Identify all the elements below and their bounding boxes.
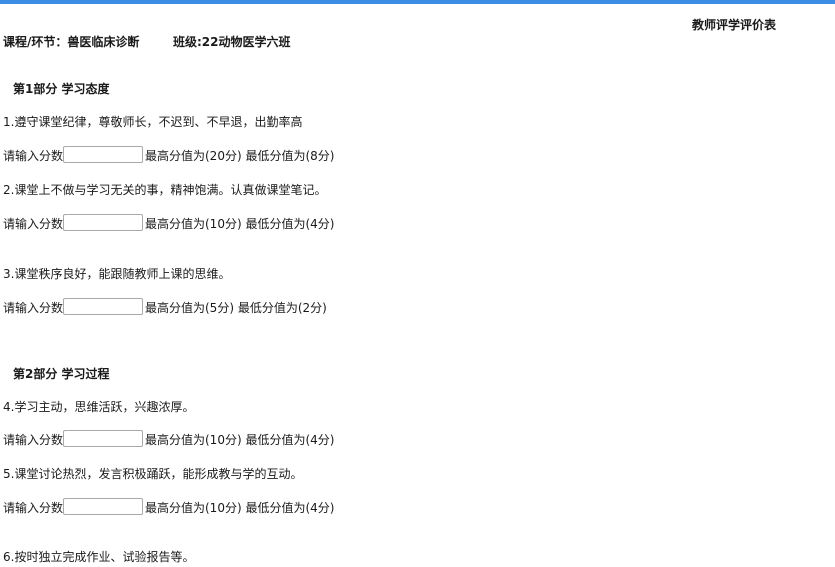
section-heading: 第2部分 学习过程: [13, 367, 110, 381]
question-text: 2.课堂上不做与学习无关的事，精神饱满。认真做课堂笔记。: [3, 183, 327, 197]
score-range: 最高分值为(5分) 最低分值为(2分): [145, 301, 327, 315]
top-accent-bar: [0, 0, 835, 4]
question-text: 3.课堂秩序良好，能跟随教师上课的思维。: [3, 267, 231, 281]
score-input[interactable]: [63, 298, 143, 315]
score-range: 最高分值为(10分) 最低分值为(4分): [145, 217, 335, 231]
page-title: 教师评学评价表: [692, 18, 777, 32]
score-prompt: 请输入分数: [3, 149, 64, 163]
class-label: 班级:22动物医学六班: [173, 35, 291, 49]
score-prompt: 请输入分数: [3, 501, 64, 515]
score-prompt: 请输入分数: [3, 217, 64, 231]
score-input[interactable]: [63, 146, 143, 163]
score-prompt: 请输入分数: [3, 301, 64, 315]
question-text: 6.按时独立完成作业、试验报告等。: [3, 550, 195, 564]
section-heading: 第1部分 学习态度: [13, 82, 110, 96]
score-range: 最高分值为(10分) 最低分值为(4分): [145, 501, 335, 515]
question-text: 5.课堂讨论热烈，发言积极踊跃，能形成教与学的互动。: [3, 467, 303, 481]
score-input[interactable]: [63, 498, 143, 515]
score-prompt: 请输入分数: [3, 433, 64, 447]
score-input[interactable]: [63, 214, 143, 231]
question-text: 1.遵守课堂纪律，尊敬师长，不迟到、不早退，出勤率高: [3, 115, 303, 129]
score-input[interactable]: [63, 430, 143, 447]
course-label: 课程/环节：兽医临床诊断: [3, 35, 140, 49]
score-range: 最高分值为(20分) 最低分值为(8分): [145, 149, 335, 163]
score-range: 最高分值为(10分) 最低分值为(4分): [145, 433, 335, 447]
question-text: 4.学习主动，思维活跃，兴趣浓厚。: [3, 400, 195, 414]
